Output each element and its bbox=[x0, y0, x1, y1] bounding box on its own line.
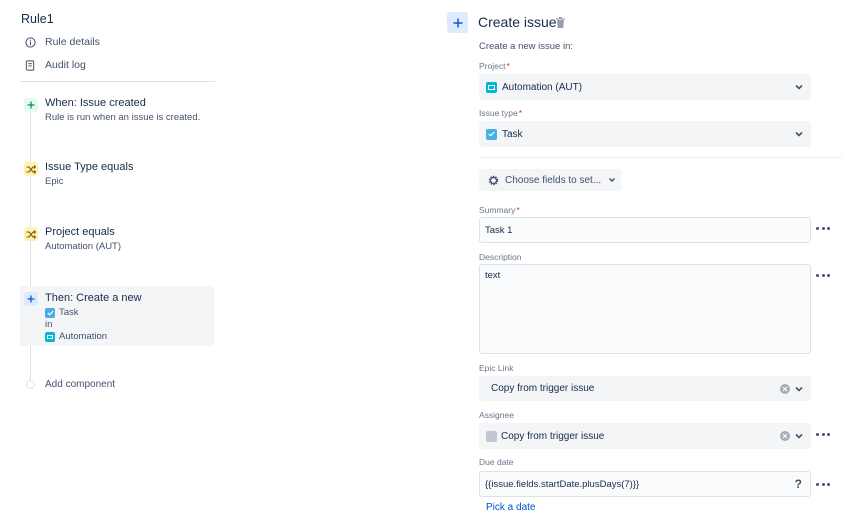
required-mark: * bbox=[506, 61, 510, 71]
issue-type-select-value: Task bbox=[502, 128, 523, 140]
issue-type-select[interactable]: Task bbox=[479, 121, 811, 147]
description-textarea[interactable]: text bbox=[479, 264, 811, 354]
epic-link-label: Epic Link bbox=[479, 363, 514, 373]
project-icon bbox=[45, 331, 55, 342]
assignee-select[interactable]: Copy from trigger issue bbox=[479, 423, 811, 449]
nav-label: Audit log bbox=[45, 59, 86, 71]
divider bbox=[20, 81, 215, 82]
due-date-input[interactable]: {{issue.fields.startDate.plusDays(7)}} ? bbox=[479, 471, 811, 497]
chevron-down-icon bbox=[795, 433, 803, 439]
chevron-down-icon bbox=[609, 178, 616, 182]
nav-rule-details[interactable]: Rule details bbox=[24, 33, 100, 51]
choose-fields-button[interactable]: Choose fields to set... bbox=[479, 169, 621, 191]
chevron-down-icon bbox=[795, 84, 803, 90]
task-checkbox-icon bbox=[45, 307, 55, 318]
summary-input[interactable]: Task 1 bbox=[479, 217, 811, 243]
project-label: Project* bbox=[479, 61, 510, 71]
chevron-down-icon bbox=[795, 131, 803, 137]
shuffle-icon bbox=[24, 227, 38, 241]
avatar bbox=[486, 430, 497, 442]
step-subtitle: Epic bbox=[45, 176, 64, 187]
plus-icon bbox=[24, 98, 38, 112]
due-date-more-icon[interactable] bbox=[816, 481, 830, 487]
add-component-dot-icon bbox=[26, 380, 35, 389]
required-mark: * bbox=[518, 108, 523, 118]
step-project-label: Automation bbox=[59, 331, 108, 342]
add-component-button[interactable]: Add component bbox=[26, 379, 115, 390]
assignee-value: Copy from trigger issue bbox=[501, 430, 605, 442]
trash-icon[interactable] bbox=[556, 17, 566, 28]
project-icon bbox=[486, 81, 497, 93]
required-mark: * bbox=[516, 205, 520, 215]
step-subtitle: Rule is run when an issue is created. bbox=[45, 112, 201, 123]
due-date-label: Due date bbox=[479, 457, 514, 467]
summary-more-icon[interactable] bbox=[816, 225, 830, 231]
step-title: Issue Type equals bbox=[45, 161, 134, 173]
plus-icon bbox=[24, 292, 38, 306]
step-title: Project equals bbox=[45, 226, 115, 238]
project-select[interactable]: Automation (AUT) bbox=[479, 74, 811, 100]
step-action-create-issue[interactable]: Then: Create a new Task in Automation bbox=[20, 286, 214, 346]
epic-link-value: Copy from trigger issue bbox=[491, 383, 595, 394]
step-trigger-issue-created[interactable]: When: Issue created Rule is run when an … bbox=[20, 94, 214, 128]
add-component-label: Add component bbox=[45, 379, 116, 390]
help-icon[interactable]: ? bbox=[795, 477, 802, 491]
shuffle-icon bbox=[24, 162, 38, 176]
plus-icon bbox=[453, 18, 462, 27]
step-issue-type: Task bbox=[45, 307, 79, 318]
info-icon bbox=[24, 36, 36, 48]
chevron-down-icon bbox=[795, 386, 803, 392]
issue-type-label-text: Issue type bbox=[479, 108, 518, 118]
panel-title: Create issue bbox=[478, 14, 557, 30]
task-checkbox-icon bbox=[486, 128, 497, 140]
rule-sidebar: Rule1 Rule details Audit log When: Issue… bbox=[0, 0, 225, 519]
assignee-label: Assignee bbox=[479, 410, 514, 420]
project-select-value: Automation (AUT) bbox=[502, 81, 583, 93]
step-issue-type-label: Task bbox=[59, 307, 79, 318]
due-date-value: {{issue.fields.startDate.plusDays(7)}} bbox=[485, 478, 640, 490]
document-icon bbox=[24, 59, 36, 71]
choose-fields-label: Choose fields to set... bbox=[505, 174, 602, 186]
description-label: Description bbox=[479, 252, 522, 262]
add-action-button[interactable] bbox=[447, 12, 468, 33]
rule-title: Rule1 bbox=[21, 12, 54, 26]
summary-label-text: Summary bbox=[479, 205, 516, 215]
summary-label: Summary* bbox=[479, 205, 520, 215]
step-title: When: Issue created bbox=[45, 97, 146, 109]
step-subtitle: Automation (AUT) bbox=[45, 241, 122, 252]
step-condition-project[interactable]: Project equals Automation (AUT) bbox=[20, 223, 214, 257]
clear-icon[interactable] bbox=[780, 384, 790, 394]
issue-type-label: Issue type* bbox=[479, 108, 522, 118]
nav-label: Rule details bbox=[45, 36, 100, 48]
panel-subtitle: Create a new issue in: bbox=[479, 41, 573, 52]
clear-icon[interactable] bbox=[780, 431, 790, 441]
project-label-text: Project bbox=[479, 61, 506, 71]
description-more-icon[interactable] bbox=[816, 272, 830, 278]
step-connector: in bbox=[45, 319, 53, 330]
step-title: Then: Create a new bbox=[45, 292, 142, 304]
divider bbox=[479, 157, 842, 158]
epic-link-select[interactable]: Copy from trigger issue bbox=[479, 376, 811, 401]
assignee-more-icon[interactable] bbox=[816, 431, 830, 437]
pick-a-date-link[interactable]: Pick a date bbox=[486, 502, 535, 513]
step-condition-issue-type[interactable]: Issue Type equals Epic bbox=[20, 158, 214, 192]
step-project: Automation bbox=[45, 331, 107, 342]
nav-audit-log[interactable]: Audit log bbox=[24, 56, 86, 74]
gear-icon bbox=[488, 175, 499, 185]
